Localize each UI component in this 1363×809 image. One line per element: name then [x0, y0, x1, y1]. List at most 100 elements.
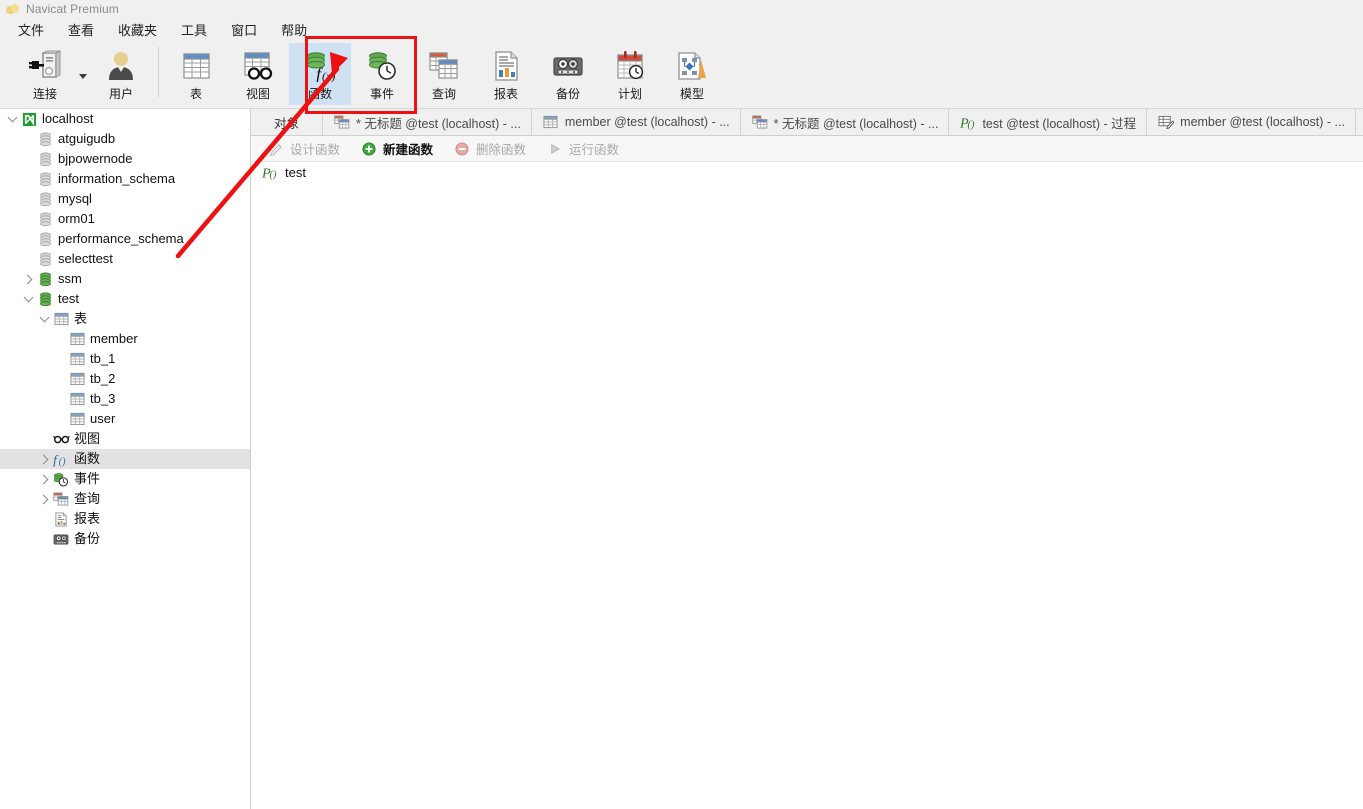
tree-item-表[interactable]: 表	[0, 309, 250, 329]
connection-plug-icon	[28, 49, 62, 83]
tree-item-member[interactable]: member	[0, 329, 250, 349]
ribbon-button-query[interactable]: 查询	[413, 43, 475, 105]
object-list-item[interactable]: P () test	[251, 162, 1363, 182]
connection-dropdown-caret-icon[interactable]	[76, 43, 90, 105]
database-tree-sidebar[interactable]: localhost atguigudb bjpowernode informat…	[0, 109, 251, 809]
tree-item-bjpowernode[interactable]: bjpowernode	[0, 149, 250, 169]
menu-tools[interactable]: 工具	[169, 18, 219, 41]
svg-text:(): ()	[58, 456, 65, 466]
view-glasses-icon	[52, 434, 70, 444]
tree-item-label: 视图	[74, 431, 101, 446]
database-gray-icon	[36, 171, 54, 187]
action-删除函数: 删除函数	[445, 137, 534, 160]
plus-circle-green-icon	[360, 141, 378, 156]
tree-item-user[interactable]: user	[0, 409, 250, 429]
ribbon-button-schedule[interactable]: 计划	[599, 43, 661, 105]
tree-item-tb_1[interactable]: tb_1	[0, 349, 250, 369]
play-triangle-icon	[546, 142, 564, 156]
table-grid-icon	[542, 115, 560, 129]
tree-item-orm01[interactable]: orm01	[0, 209, 250, 229]
ribbon-label-event: 事件	[369, 87, 394, 101]
chevron-down-icon[interactable]	[4, 112, 20, 124]
ribbon-separator	[158, 47, 159, 97]
database-gray-icon	[36, 211, 54, 227]
navicat-window: Navicat Premium 文件 查看 收藏夹 工具 窗口 帮助 连接 用户…	[0, 0, 1363, 809]
tree-item-label: performance_schema	[58, 231, 184, 246]
tree-item-atguigudb[interactable]: atguigudb	[0, 129, 250, 149]
tree-item-tb_3[interactable]: tb_3	[0, 389, 250, 409]
action-label: 设计函数	[290, 143, 341, 157]
menu-help[interactable]: 帮助	[269, 18, 319, 41]
tab-label: 对象	[273, 116, 299, 131]
query-tables-icon	[427, 49, 461, 83]
tree-item-localhost[interactable]: localhost	[0, 109, 250, 129]
tree-item-事件[interactable]: 事件	[0, 469, 250, 489]
ribbon-button-connection[interactable]: 连接	[14, 43, 76, 105]
menu-favorites[interactable]: 收藏夹	[106, 18, 169, 41]
ribbon-button-table[interactable]: 表	[165, 43, 227, 105]
ribbon-button-user[interactable]: 用户	[90, 43, 152, 105]
query-tables-icon	[333, 115, 351, 129]
chevron-right-icon[interactable]	[36, 474, 52, 484]
menu-bar: 文件 查看 收藏夹 工具 窗口 帮助	[0, 18, 1363, 40]
action-设计函数: 设计函数	[259, 137, 348, 160]
backup-tape-icon	[551, 49, 585, 83]
ribbon-label-backup: 备份	[555, 87, 580, 101]
tree-item-performance_schema[interactable]: performance_schema	[0, 229, 250, 249]
tab-objects[interactable]: 对象	[251, 109, 323, 135]
tab-3[interactable]: * 无标题 @test (localhost) - ...	[741, 109, 950, 135]
tab-5[interactable]: member @test (localhost) - ...	[1147, 109, 1356, 135]
ribbon-button-function[interactable]: f (x) 函数	[289, 43, 351, 105]
chevron-down-icon[interactable]	[36, 312, 52, 324]
ribbon-label-connection: 连接	[32, 87, 57, 101]
title-bar: Navicat Premium	[0, 0, 1363, 18]
ribbon-button-view[interactable]: 视图	[227, 43, 289, 105]
report-chart-icon	[490, 49, 522, 83]
tree-item-information_schema[interactable]: information_schema	[0, 169, 250, 189]
tree-item-tb_2[interactable]: tb_2	[0, 369, 250, 389]
tree-item-label: information_schema	[58, 171, 176, 186]
table-grid-icon	[68, 352, 86, 366]
ribbon-button-model[interactable]: 模型	[661, 43, 723, 105]
action-新建函数[interactable]: 新建函数	[352, 137, 441, 160]
menu-view[interactable]: 查看	[56, 18, 106, 41]
ribbon-label-schedule: 计划	[617, 87, 642, 101]
tree-item-test[interactable]: test	[0, 289, 250, 309]
menu-window[interactable]: 窗口	[219, 18, 269, 41]
tree-item-ssm[interactable]: ssm	[0, 269, 250, 289]
tab-label: member @test (localhost) - ...	[564, 115, 730, 129]
ribbon-button-report[interactable]: 报表	[475, 43, 537, 105]
tree-item-selecttest[interactable]: selecttest	[0, 249, 250, 269]
tab-1[interactable]: * 无标题 @test (localhost) - ...	[323, 109, 532, 135]
tree-item-查询[interactable]: 查询	[0, 489, 250, 509]
table-folder-icon	[52, 312, 70, 326]
function-object-list[interactable]: P () test	[251, 162, 1363, 809]
tree-item-备份[interactable]: 备份	[0, 529, 250, 549]
tab-label: * 无标题 @test (localhost) - ...	[356, 116, 521, 131]
tree-item-label: 事件	[74, 471, 101, 486]
menu-file[interactable]: 文件	[6, 18, 56, 41]
svg-text:(): ()	[968, 119, 975, 129]
action-label: 删除函数	[476, 143, 527, 157]
chevron-right-icon[interactable]	[36, 494, 52, 504]
tree-item-label: 查询	[74, 491, 101, 506]
tree-item-mysql[interactable]: mysql	[0, 189, 250, 209]
tree-item-label: 备份	[74, 531, 101, 546]
ribbon-label-query: 查询	[431, 87, 456, 101]
tree-item-视图[interactable]: 视图	[0, 429, 250, 449]
svg-text:(): ()	[269, 169, 276, 179]
tree-item-label: mysql	[58, 191, 92, 206]
database-gray-icon	[36, 191, 54, 207]
ribbon-button-event[interactable]: 事件	[351, 43, 413, 105]
tree-item-报表[interactable]: 报表	[0, 509, 250, 529]
table-grid-icon	[68, 412, 86, 426]
tree-item-函数[interactable]: f () 函数	[0, 449, 250, 469]
tab-2[interactable]: member @test (localhost) - ...	[532, 109, 741, 135]
tab-4[interactable]: P () test @test (localhost) - 过程	[949, 109, 1148, 135]
chevron-right-icon[interactable]	[36, 454, 52, 464]
chevron-right-icon[interactable]	[20, 274, 36, 284]
chevron-down-icon[interactable]	[20, 292, 36, 304]
ribbon-button-backup[interactable]: 备份	[537, 43, 599, 105]
object-action-toolbar: 设计函数 新建函数 删除函数 运行函数	[251, 136, 1363, 162]
database-green-icon	[36, 271, 54, 287]
